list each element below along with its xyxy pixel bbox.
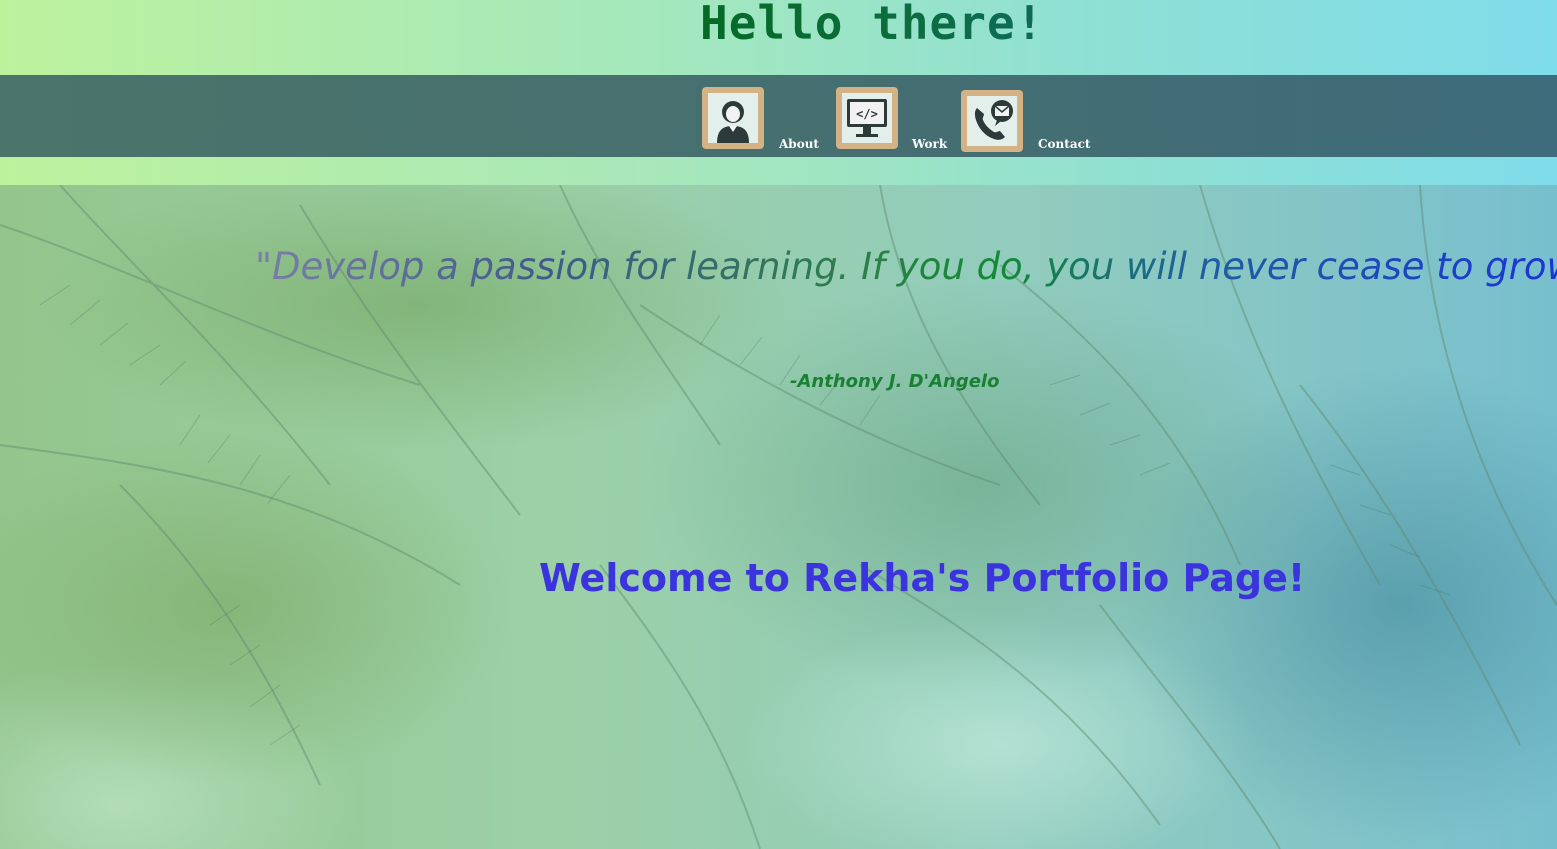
nav-work-label[interactable]: Work — [912, 137, 947, 151]
phone-mail-icon — [967, 96, 1017, 146]
nav-work-button[interactable]: </> — [836, 87, 898, 149]
svg-text:</>: </> — [856, 107, 878, 121]
quote-author: -Anthony J. D'Angelo — [790, 371, 1000, 392]
nav-about-label[interactable]: About — [779, 137, 819, 151]
nav-about-button[interactable] — [702, 87, 764, 149]
header-stripe — [0, 157, 1557, 185]
hero-quote: "Develop a passion for learning. If you … — [255, 245, 1557, 288]
person-icon — [708, 93, 758, 143]
nav-contact-button[interactable] — [961, 90, 1023, 152]
code-monitor-icon: </> — [842, 93, 892, 143]
page-header: Hello there! — [0, 0, 1557, 75]
welcome-heading: Welcome to Rekha's Portfolio Page! — [539, 556, 1306, 600]
navbar: About </> Work Contact — [0, 75, 1557, 157]
page-title: Hello there! — [700, 0, 1044, 50]
nav-contact-label[interactable]: Contact — [1038, 137, 1090, 151]
